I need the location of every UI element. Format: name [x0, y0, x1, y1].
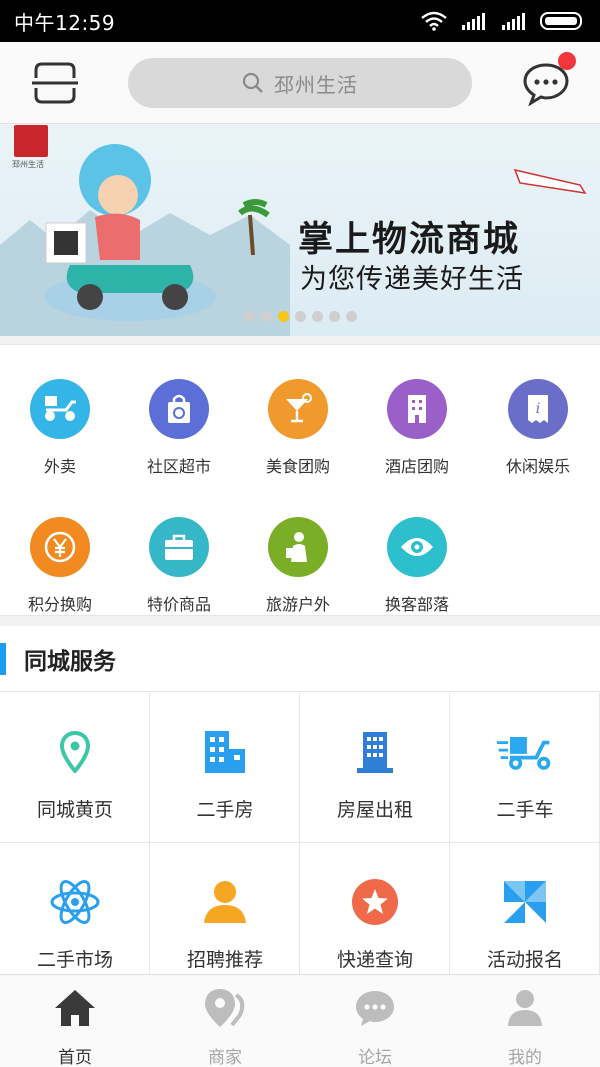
category-travel-outdoor[interactable]: 旅游户外 — [238, 517, 358, 615]
status-bar: 中午12:59 — [0, 0, 600, 42]
pager-dot[interactable] — [312, 311, 323, 322]
star-badge-icon — [345, 877, 405, 927]
service-yellow-pages[interactable]: 同城黄页 — [0, 693, 150, 843]
top-header: 邳州生活 — [0, 42, 600, 124]
service-recruitment[interactable]: 招聘推荐 — [150, 843, 300, 993]
delivery-scooter-icon — [495, 727, 555, 777]
pinwheel-icon — [495, 877, 555, 927]
shopping-bag-icon — [149, 379, 209, 439]
category-special-offers[interactable]: 特价商品 — [119, 517, 239, 615]
traveler-icon — [268, 517, 328, 577]
pager-dot[interactable] — [329, 311, 340, 322]
section-accent-bar — [0, 642, 6, 675]
banner-pager — [244, 311, 357, 322]
cocktail-icon — [268, 379, 328, 439]
tab-home[interactable]: 首页 — [0, 975, 150, 1067]
scan-icon[interactable] — [32, 62, 78, 104]
battery-icon — [540, 12, 582, 30]
pager-dot[interactable] — [244, 311, 255, 322]
user-icon — [450, 987, 600, 1029]
service-used-car[interactable]: 二手车 — [450, 693, 600, 843]
category-swap-tribe[interactable]: 换客部落 — [357, 517, 477, 615]
wifi-icon — [421, 11, 447, 31]
home-icon — [0, 987, 150, 1029]
signal-icon-2 — [502, 13, 525, 30]
promo-banner[interactable]: 邳州生活 掌上物流商城 为您传递美好生活 — [0, 125, 600, 336]
tab-forum[interactable]: 论坛 — [300, 975, 450, 1067]
pager-dot[interactable] — [346, 311, 357, 322]
section-header: 同城服务 — [0, 626, 600, 692]
status-icons — [420, 11, 586, 31]
map-pin-icon — [150, 987, 300, 1029]
section-title: 同城服务 — [24, 648, 116, 675]
category-points-exchange[interactable]: 积分换购 — [0, 517, 120, 615]
tab-merchants[interactable]: 商家 — [150, 975, 300, 1067]
category-hotel-groupbuy[interactable]: 酒店团购 — [357, 379, 477, 477]
category-food-groupbuy[interactable]: 美食团购 — [238, 379, 358, 477]
tower-icon — [345, 727, 405, 777]
building-icon — [387, 379, 447, 439]
chat-bubble-icon — [300, 987, 450, 1029]
pager-dot[interactable] — [261, 311, 272, 322]
banner-title: 掌上物流商城 — [298, 220, 521, 260]
person-icon — [195, 877, 255, 927]
service-express-query[interactable]: 快递查询 — [300, 843, 450, 993]
category-takeout[interactable]: 外卖 — [0, 379, 120, 477]
service-secondhand-house[interactable]: 二手房 — [150, 693, 300, 843]
bottom-tab-bar: 首页 商家 论坛 我的 — [0, 974, 600, 1067]
search-placeholder: 邳州生活 — [274, 72, 358, 97]
search-input[interactable]: 邳州生活 — [128, 58, 472, 108]
pager-dot[interactable] — [295, 311, 306, 322]
service-secondhand-market[interactable]: 二手市场 — [0, 843, 150, 993]
location-pin-icon — [45, 727, 105, 777]
search-icon — [242, 72, 263, 93]
scooter-icon — [30, 379, 90, 439]
signal-icon — [462, 13, 485, 30]
tab-profile[interactable]: 我的 — [450, 975, 600, 1067]
category-grid: 外卖 社区超市 美食团购 酒店团购 i 休闲娱乐 积分换购 特价商品 旅游户外 … — [0, 344, 600, 616]
status-time: 中午12:59 — [14, 10, 116, 35]
eye-icon — [387, 517, 447, 577]
svg-text:i: i — [536, 401, 540, 417]
banner-subtitle: 为您传递美好生活 — [300, 264, 524, 295]
ticket-icon: i — [508, 379, 568, 439]
service-event-signup[interactable]: 活动报名 — [450, 843, 600, 993]
apartment-icon — [195, 727, 255, 777]
briefcase-icon — [149, 517, 209, 577]
notification-badge — [558, 52, 576, 70]
category-leisure[interactable]: i 休闲娱乐 — [478, 379, 598, 477]
atom-icon — [45, 877, 105, 927]
category-community-market[interactable]: 社区超市 — [119, 379, 239, 477]
pager-dot[interactable] — [278, 311, 289, 322]
local-services-section: 同城服务 同城黄页 二手房 房屋出租 二手车 二手市场 招聘推荐 快递查询 活动… — [0, 626, 600, 993]
service-house-rental[interactable]: 房屋出租 — [300, 693, 450, 843]
yen-coin-icon — [30, 517, 90, 577]
